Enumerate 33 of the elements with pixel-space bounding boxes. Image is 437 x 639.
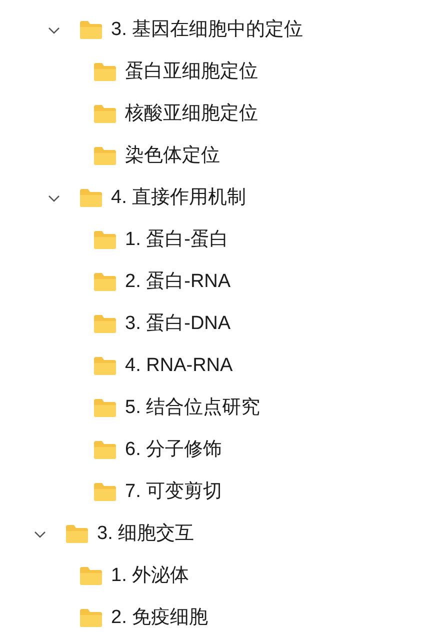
folder-name[interactable]: 2. 免疫细胞 <box>111 604 208 632</box>
folder-name[interactable]: 7. 可变剪切 <box>125 478 222 506</box>
folder-icon <box>65 524 89 544</box>
folder-icon <box>79 608 103 628</box>
folder-name[interactable]: 3. 蛋白-DNA <box>125 310 231 338</box>
folder-icon <box>93 440 117 460</box>
folder-name[interactable]: 核酸亚细胞定位 <box>125 100 258 128</box>
folder-icon <box>93 104 117 124</box>
folder-name[interactable]: 蛋白亚细胞定位 <box>125 58 258 86</box>
folder-name[interactable]: 2. 蛋白-RNA <box>125 268 231 296</box>
folder-name[interactable]: 4. 直接作用机制 <box>111 184 246 212</box>
folder-name[interactable]: 5. 结合位点研究 <box>125 394 260 422</box>
folder-icon <box>93 314 117 334</box>
folder-icon <box>93 230 117 250</box>
folder-icon <box>93 482 117 502</box>
folder-name[interactable]: 4. RNA-RNA <box>125 352 233 380</box>
folder-icon <box>93 398 117 418</box>
chevron-down-icon[interactable] <box>34 530 46 538</box>
folder-name[interactable]: 3. 细胞交互 <box>97 520 194 548</box>
folder-name[interactable]: 3. 基因在细胞中的定位 <box>111 16 304 44</box>
folder-name[interactable]: 1. 外泌体 <box>111 562 190 590</box>
folder-icon <box>79 188 103 208</box>
folder-name[interactable]: 1. 蛋白-蛋白 <box>125 226 228 254</box>
folder-icon <box>93 146 117 166</box>
folder-icon <box>79 20 103 40</box>
folder-icon <box>93 272 117 292</box>
folder-name[interactable]: 染色体定位 <box>125 142 220 170</box>
folder-name[interactable]: 6. 分子修饰 <box>125 436 222 464</box>
chevron-down-icon[interactable] <box>48 26 60 34</box>
folder-icon <box>93 62 117 82</box>
folder-icon <box>79 566 103 586</box>
folder-icon <box>93 356 117 376</box>
chevron-down-icon[interactable] <box>48 194 60 202</box>
